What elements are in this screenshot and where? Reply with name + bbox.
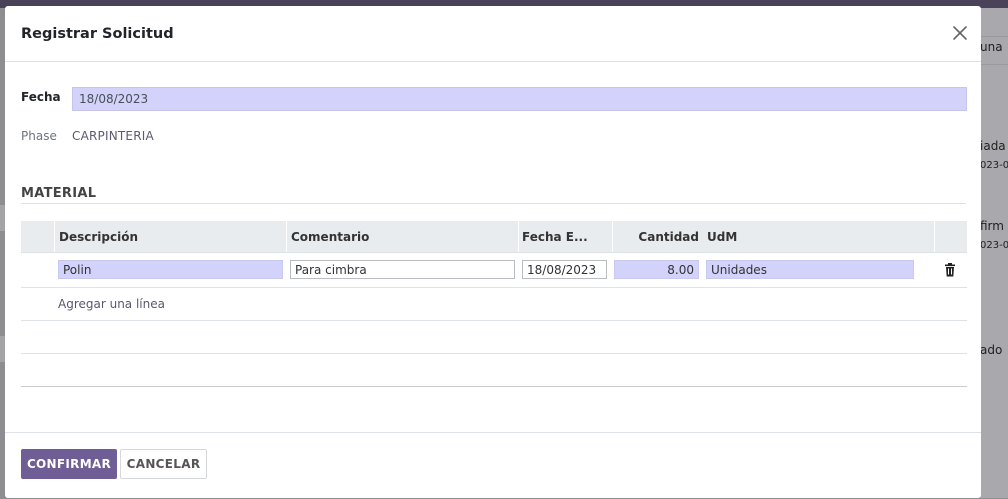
column-header-descripcion[interactable]: Descripción xyxy=(59,221,138,252)
fecha-input[interactable]: 18/08/2023 xyxy=(72,87,967,111)
column-header-comentario[interactable]: Comentario xyxy=(291,221,369,252)
material-section-title: MATERIAL xyxy=(21,186,97,201)
phase-value: CARPINTERIA xyxy=(72,129,154,143)
empty-row xyxy=(21,321,967,354)
column-separator xyxy=(934,221,935,252)
table-row[interactable]: Polin Para cimbra 18/08/2023 8.00 Unidad… xyxy=(21,253,967,288)
udm-input[interactable]: Unidades xyxy=(706,260,914,279)
background-content-peek: una iada 023-0 firm 023-0 ado xyxy=(980,8,1008,498)
empty-row xyxy=(21,354,967,387)
column-header-fecha[interactable]: Fecha E... xyxy=(522,221,588,252)
registrar-solicitud-dialog: Registrar Solicitud Fecha 18/08/2023 Pha… xyxy=(5,6,981,498)
close-icon[interactable] xyxy=(949,22,971,44)
cancel-button[interactable]: CANCELAR xyxy=(120,449,207,479)
dialog-header: Registrar Solicitud xyxy=(5,6,981,62)
phase-label: Phase xyxy=(21,129,57,143)
material-table: Descripción Comentario Fecha E... Cantid… xyxy=(21,221,967,387)
cantidad-input[interactable]: 8.00 xyxy=(614,260,699,279)
dialog-title: Registrar Solicitud xyxy=(21,26,174,42)
add-line-row: Agregar una línea xyxy=(21,288,967,321)
column-separator xyxy=(54,221,55,252)
section-divider xyxy=(21,203,966,204)
column-separator xyxy=(612,221,613,252)
confirm-button[interactable]: CONFIRMAR xyxy=(21,449,117,479)
background-text: ado xyxy=(980,343,1003,357)
descripcion-input[interactable]: Polin xyxy=(58,260,283,279)
background-text: una xyxy=(980,40,1003,54)
column-separator xyxy=(286,221,287,252)
background-text: firm xyxy=(980,219,1004,233)
trash-icon[interactable] xyxy=(944,263,956,277)
background-text: 023-0 xyxy=(980,160,1008,171)
dialog-footer: CONFIRMAR CANCELAR xyxy=(5,432,981,499)
column-separator xyxy=(518,221,519,252)
fecha-label: Fecha xyxy=(21,90,61,104)
column-header-udm[interactable]: UdM xyxy=(707,221,737,252)
background-text: iada xyxy=(980,139,1006,153)
comentario-input[interactable]: Para cimbra xyxy=(290,260,515,279)
background-text: 023-0 xyxy=(980,240,1008,251)
add-line-link[interactable]: Agregar una línea xyxy=(58,297,165,311)
table-header: Descripción Comentario Fecha E... Cantid… xyxy=(21,221,967,253)
column-header-cantidad[interactable]: Cantidad xyxy=(617,221,699,252)
fecha-entrega-input[interactable]: 18/08/2023 xyxy=(522,260,607,279)
